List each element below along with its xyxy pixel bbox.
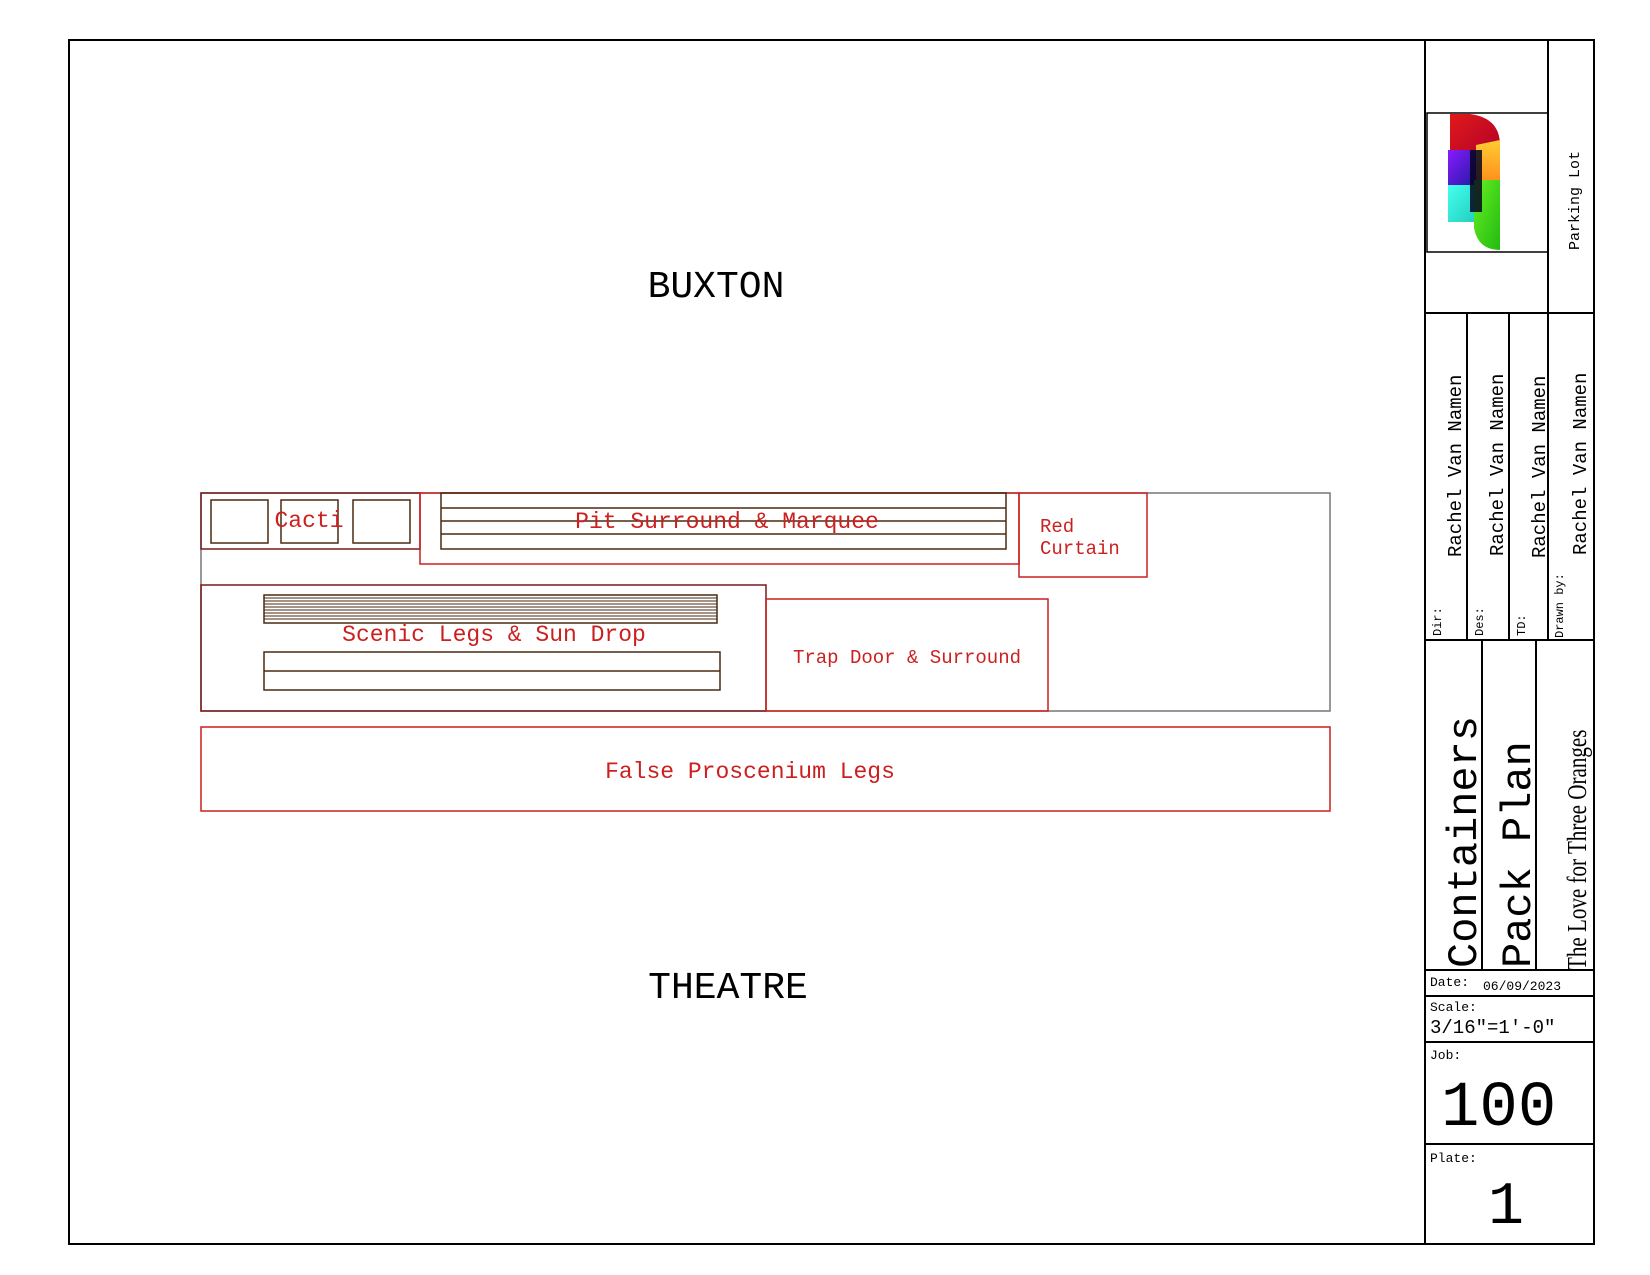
- des-name: Rachel Van Namen: [1487, 374, 1509, 556]
- scale-label: Scale:: [1430, 1000, 1477, 1015]
- parking-lot-label: Parking Lot: [1567, 151, 1584, 250]
- container-red-curtain: Red Curtain: [1018, 492, 1148, 578]
- container-cacti: Cacti: [200, 492, 421, 550]
- date-value: 06/09/2023: [1483, 979, 1561, 994]
- red-curtain-label-1: Red: [1040, 516, 1074, 538]
- cacti-label: Cacti: [274, 508, 343, 534]
- drawing-sheet: Parking Lot Dir: Rachel Van Namen Des: R…: [68, 39, 1595, 1245]
- false-proscenium-label: False Proscenium Legs: [605, 759, 895, 785]
- title-line-2: Pack Plan: [1495, 741, 1543, 968]
- date-label: Date:: [1430, 975, 1469, 990]
- venue-top-label: BUXTON: [648, 266, 785, 309]
- drawn-by-label: Drawn by:: [1553, 573, 1567, 638]
- plate-number: 1: [1488, 1174, 1524, 1242]
- container-false-proscenium: False Proscenium Legs: [200, 726, 1331, 812]
- pit-surround-label: Pit Surround & Marquee: [575, 509, 879, 535]
- sheet-border: [68, 39, 1595, 1245]
- plate-label: Plate:: [1430, 1151, 1477, 1166]
- container-pit-surround: Pit Surround & Marquee: [419, 492, 1020, 565]
- venue-bottom-label: THEATRE: [648, 967, 808, 1010]
- dir-label: Dir:: [1431, 607, 1445, 636]
- red-curtain-label-2: Curtain: [1040, 538, 1120, 560]
- td-name: Rachel Van Namen: [1529, 376, 1551, 558]
- title-line-1: Containers: [1441, 716, 1489, 968]
- scale-value: 3/16"=1'-0": [1430, 1017, 1555, 1039]
- production-title: The Love for Three Oranges: [1563, 730, 1593, 970]
- des-label: Des:: [1473, 607, 1487, 636]
- job-number: 100: [1441, 1073, 1556, 1145]
- drawn-by-name: Rachel Van Namen: [1570, 373, 1592, 555]
- theatre-logo-icon: [1448, 114, 1500, 250]
- job-label: Job:: [1430, 1048, 1461, 1063]
- dir-name: Rachel Van Namen: [1445, 375, 1467, 557]
- scenic-legs-label: Scenic Legs & Sun Drop: [342, 622, 646, 648]
- container-scenic-legs: Scenic Legs & Sun Drop: [200, 584, 767, 712]
- container-trap-door: Trap Door & Surround: [765, 598, 1049, 712]
- td-label: TD:: [1515, 614, 1529, 636]
- trap-door-label: Trap Door & Surround: [793, 647, 1021, 669]
